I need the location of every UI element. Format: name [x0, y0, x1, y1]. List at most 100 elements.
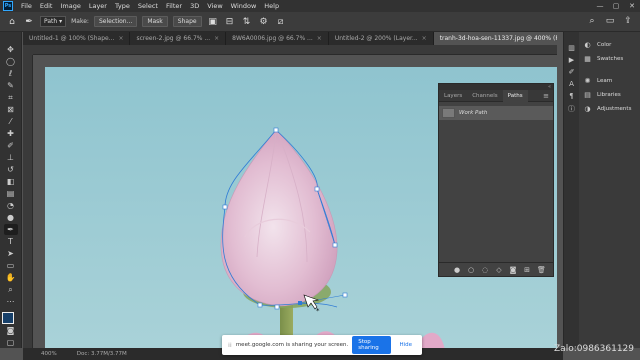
- more-tools-icon[interactable]: ⋯: [4, 296, 18, 307]
- dodge-tool-icon[interactable]: ●: [4, 212, 18, 223]
- tab-close-icon[interactable]: ×: [317, 32, 322, 45]
- make-selection-button[interactable]: Selection...: [93, 16, 138, 27]
- menu-edit[interactable]: Edit: [36, 0, 57, 12]
- pen-tool-icon[interactable]: ✒: [23, 17, 35, 27]
- gradient-tool-icon[interactable]: ▤: [4, 188, 18, 199]
- home-icon[interactable]: ⌂: [6, 17, 18, 27]
- document-tab[interactable]: screen-2.jpg @ 66.7% ... ×: [130, 32, 227, 45]
- screen-mode-icon[interactable]: ▢: [4, 337, 18, 348]
- history-brush-tool-icon[interactable]: ↺: [4, 164, 18, 175]
- document-tab[interactable]: Untitled-1 @ 100% (Shape... ×: [23, 32, 131, 45]
- drag-handle-icon[interactable]: ⁞⁞: [228, 342, 232, 349]
- delete-path-icon[interactable]: 🗑: [537, 266, 546, 274]
- make-work-path-icon[interactable]: ◇: [495, 266, 503, 274]
- quick-select-tool-icon[interactable]: ✎: [4, 80, 18, 91]
- make-mask-button[interactable]: Mask: [142, 16, 168, 27]
- brushes-icon[interactable]: ✐: [566, 68, 578, 76]
- share-message: meet.google.com is sharing your screen.: [235, 342, 349, 348]
- actions-icon[interactable]: ▶: [566, 56, 578, 64]
- eraser-tool-icon[interactable]: ◧: [4, 176, 18, 187]
- panel-menu-icon[interactable]: ≡: [543, 90, 549, 102]
- contact-watermark: Zalo:0986361129: [554, 344, 634, 354]
- make-shape-button[interactable]: Shape: [172, 16, 202, 27]
- settings-gear-icon[interactable]: ⚙: [258, 17, 270, 27]
- options-bar: ⌂ ✒ Path ▾ Make: Selection... Mask Shape…: [0, 12, 640, 32]
- fill-path-icon[interactable]: ●: [453, 266, 461, 274]
- frame-tool-icon[interactable]: ⊠: [4, 104, 18, 115]
- rectangle-tool-icon[interactable]: ▭: [4, 260, 18, 271]
- brush-tool-icon[interactable]: ✐: [4, 140, 18, 151]
- tab-close-icon[interactable]: ×: [118, 32, 123, 45]
- path-selection-tool-icon[interactable]: ➤: [4, 248, 18, 259]
- path-list-item[interactable]: Work Path: [439, 106, 553, 120]
- menu-3d[interactable]: 3D: [186, 0, 203, 12]
- document-tab-active[interactable]: tranh-3d-hoa-sen-11337.jpg @ 400% (RGB/8…: [433, 32, 557, 45]
- menu-filter[interactable]: Filter: [162, 0, 186, 12]
- close-icon[interactable]: ✕: [624, 0, 640, 12]
- tab-channels[interactable]: Channels: [467, 90, 502, 102]
- menu-type[interactable]: Type: [111, 0, 134, 12]
- vertical-ruler[interactable]: [23, 55, 33, 348]
- auto-add-delete-icon[interactable]: ⧄: [275, 17, 287, 27]
- tab-layers[interactable]: Layers: [439, 90, 467, 102]
- screen-share-bar: ⁞⁞ meet.google.com is sharing your scree…: [222, 335, 422, 355]
- panel-swatches[interactable]: ▦ Swatches: [579, 52, 640, 66]
- stop-sharing-button[interactable]: Stop sharing: [352, 336, 392, 354]
- tool-mode-select[interactable]: Path ▾: [40, 16, 67, 27]
- lasso-tool-icon[interactable]: ℓ: [4, 68, 18, 79]
- maximize-icon[interactable]: ▢: [608, 0, 624, 12]
- blur-tool-icon[interactable]: ◔: [4, 200, 18, 211]
- paragraph-icon[interactable]: ¶: [566, 92, 578, 100]
- panel-learn[interactable]: ✺ Learn: [579, 74, 640, 88]
- tab-paths[interactable]: Paths: [502, 89, 528, 102]
- document-tab[interactable]: Untitled-2 @ 200% (Layer... ×: [329, 32, 434, 45]
- path-arrangement-icon[interactable]: ⇅: [241, 17, 253, 27]
- menu-file[interactable]: File: [17, 0, 36, 12]
- minimize-icon[interactable]: —: [592, 0, 608, 12]
- marquee-tool-icon[interactable]: ◯: [4, 56, 18, 67]
- workspace-icon[interactable]: ▭: [604, 16, 616, 26]
- path-alignment-icon[interactable]: ⊟: [224, 17, 236, 27]
- color-swatches[interactable]: [1, 312, 20, 330]
- menu-help[interactable]: Help: [260, 0, 283, 12]
- document-tabs: Untitled-1 @ 100% (Shape... × screen-2.jp…: [23, 32, 557, 45]
- menu-layer[interactable]: Layer: [85, 0, 111, 12]
- menu-view[interactable]: View: [203, 0, 226, 12]
- move-tool-icon[interactable]: ✥: [4, 44, 18, 55]
- path-thumbnail: [442, 108, 455, 118]
- foreground-color-swatch[interactable]: [1, 312, 14, 324]
- panel-adjustments[interactable]: ◑ Adjustments: [579, 102, 640, 116]
- panel-icon-strip: ▥ ▶ ✐ A ¶ ⓘ: [563, 32, 579, 348]
- hide-button[interactable]: Hide: [395, 342, 416, 348]
- eyedropper-tool-icon[interactable]: ⁄: [4, 116, 18, 127]
- history-icon[interactable]: ▥: [566, 44, 578, 52]
- stroke-path-icon[interactable]: ○: [467, 266, 475, 274]
- document-tab[interactable]: 8W6A0006.jpg @ 66.7% ... ×: [226, 32, 329, 45]
- horizontal-ruler[interactable]: [33, 45, 557, 55]
- new-path-icon[interactable]: ⊞: [523, 266, 531, 274]
- info-icon[interactable]: ⓘ: [566, 104, 578, 114]
- panel-color[interactable]: ◐ Color: [579, 38, 640, 52]
- menu-select[interactable]: Select: [134, 0, 162, 12]
- pen-tool-icon-active[interactable]: ✒: [3, 224, 18, 235]
- panel-libraries[interactable]: ▤ Libraries: [579, 88, 640, 102]
- zoom-level[interactable]: 400%: [41, 351, 57, 357]
- character-icon[interactable]: A: [566, 80, 578, 88]
- document-size[interactable]: Doc: 3.77M/3.77M: [77, 351, 127, 357]
- clone-stamp-tool-icon[interactable]: ⊥: [4, 152, 18, 163]
- load-as-selection-icon[interactable]: ◌: [481, 266, 489, 274]
- tab-close-icon[interactable]: ×: [214, 32, 219, 45]
- menu-window[interactable]: Window: [227, 0, 261, 12]
- tab-close-icon[interactable]: ×: [422, 32, 427, 45]
- zoom-tool-icon[interactable]: ⌕: [4, 284, 18, 295]
- add-mask-icon[interactable]: ◙: [509, 266, 517, 274]
- healing-brush-tool-icon[interactable]: ✚: [4, 128, 18, 139]
- crop-tool-icon[interactable]: ⌗: [4, 92, 18, 103]
- search-icon[interactable]: ⌕: [586, 16, 598, 26]
- quick-mask-icon[interactable]: ◙: [4, 325, 18, 336]
- share-icon[interactable]: ⇪: [622, 16, 634, 26]
- path-operations-icon[interactable]: ▣: [207, 17, 219, 27]
- menu-image[interactable]: Image: [56, 0, 84, 12]
- hand-tool-icon[interactable]: ✋: [4, 272, 18, 283]
- type-tool-icon[interactable]: T: [4, 236, 18, 247]
